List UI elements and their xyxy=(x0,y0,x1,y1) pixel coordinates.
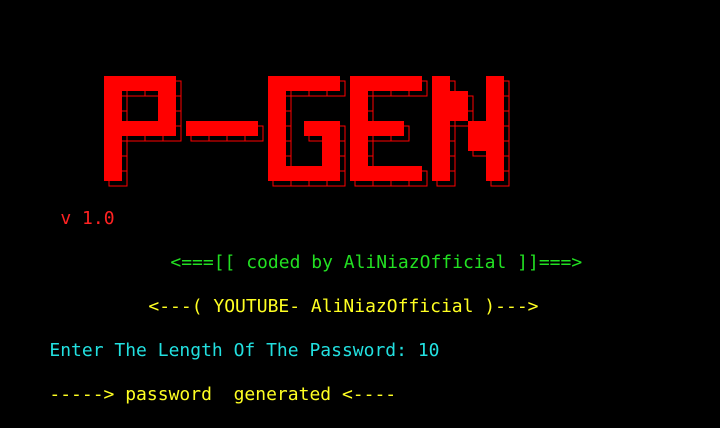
banner-block xyxy=(158,106,176,121)
banner-block xyxy=(268,76,286,91)
banner-block xyxy=(304,166,322,181)
result-line: -----> password generated <---- xyxy=(49,384,397,405)
banner-block xyxy=(468,136,486,151)
banner-block xyxy=(140,76,158,91)
banner-block xyxy=(432,151,450,166)
banner-block xyxy=(322,136,340,151)
ascii-banner-logo xyxy=(104,76,510,187)
banner-block xyxy=(432,136,450,151)
banner-block xyxy=(450,91,468,106)
banner-block xyxy=(104,166,122,181)
banner-block xyxy=(158,91,176,106)
banner-block xyxy=(404,166,422,181)
banner-block xyxy=(486,166,504,181)
password-length-input[interactable]: 10 xyxy=(418,340,440,361)
banner-block xyxy=(122,121,140,136)
banner-block xyxy=(104,151,122,166)
banner-block xyxy=(486,106,504,121)
banner-block xyxy=(268,151,286,166)
ascii-banner xyxy=(100,28,560,187)
banner-block xyxy=(304,76,322,91)
banner-block xyxy=(122,76,140,91)
banner-block xyxy=(104,136,122,151)
banner-block xyxy=(268,136,286,151)
banner-block xyxy=(268,91,286,106)
credit-line: <===[[ coded by AliNiazOfficial ]]===> xyxy=(170,252,583,273)
banner-block xyxy=(158,121,176,136)
banner-block xyxy=(368,166,386,181)
banner-block xyxy=(350,106,368,121)
banner-block xyxy=(304,121,322,136)
password-length-prompt[interactable]: Enter The Length Of The Password: 10 xyxy=(6,318,439,361)
banner-block xyxy=(204,121,222,136)
banner-block xyxy=(432,166,450,181)
banner-block xyxy=(350,121,368,136)
banner-block xyxy=(486,91,504,106)
banner-block xyxy=(432,91,450,106)
banner-block xyxy=(486,151,504,166)
banner-block xyxy=(322,166,340,181)
banner-block xyxy=(140,121,158,136)
banner-block xyxy=(432,106,450,121)
banner-block xyxy=(486,121,504,136)
banner-block xyxy=(286,76,304,91)
banner-block xyxy=(186,121,204,136)
banner-block xyxy=(368,76,386,91)
banner-block xyxy=(268,121,286,136)
banner-block xyxy=(350,76,368,91)
youtube-line: <---( YOUTUBE- AliNiazOfficial )---> xyxy=(148,296,539,317)
banner-block xyxy=(486,136,504,151)
banner-block xyxy=(486,76,504,91)
banner-block xyxy=(450,106,468,121)
banner-block xyxy=(268,166,286,181)
banner-block xyxy=(104,121,122,136)
banner-block xyxy=(404,76,422,91)
banner-block xyxy=(350,151,368,166)
banner-block xyxy=(240,121,258,136)
banner-block xyxy=(386,76,404,91)
banner-block xyxy=(350,166,368,181)
banner-block xyxy=(322,121,340,136)
terminal-window: v 1.0 <===[[ coded by AliNiazOfficial ]]… xyxy=(0,0,720,406)
prompt-label: Enter The Length Of The Password: xyxy=(49,340,418,361)
banner-block xyxy=(432,76,450,91)
banner-block xyxy=(368,121,386,136)
banner-block xyxy=(104,91,122,106)
banner-block xyxy=(350,91,368,106)
version-label: v 1.0 xyxy=(60,208,115,229)
banner-block xyxy=(268,106,286,121)
banner-block xyxy=(386,166,404,181)
banner-block xyxy=(286,166,304,181)
banner-block xyxy=(158,76,176,91)
banner-block xyxy=(432,121,450,136)
banner-block xyxy=(322,151,340,166)
banner-block xyxy=(468,121,486,136)
banner-block xyxy=(104,76,122,91)
banner-glyphs xyxy=(104,76,510,187)
banner-block xyxy=(386,121,404,136)
banner-block xyxy=(322,76,340,91)
banner-block xyxy=(222,121,240,136)
banner-block xyxy=(350,136,368,151)
banner-block xyxy=(104,106,122,121)
